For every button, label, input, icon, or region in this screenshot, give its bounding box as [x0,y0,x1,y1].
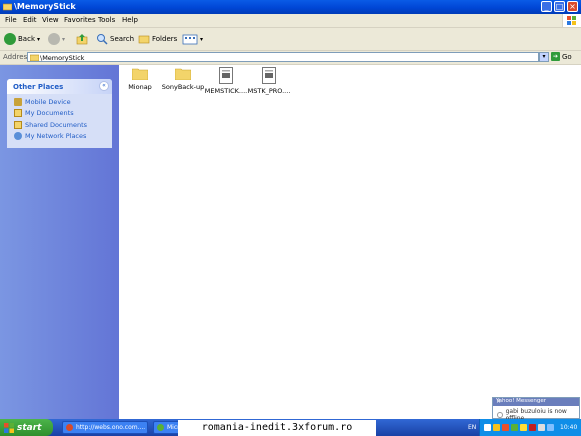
document-icon [262,67,276,84]
back-label: Back [18,35,35,43]
file-name: MSTK_PRO.... [247,87,291,95]
menu-file[interactable]: File [5,16,17,24]
search-icon [97,34,108,45]
clock[interactable]: 10:40 [560,424,577,431]
place-label: Mobile Device [25,98,71,106]
address-bar: Address \MemoryStick ▾ ➔ Go [0,51,581,65]
folders-icon [138,35,150,44]
search-label: Search [110,35,135,43]
file-item-folder[interactable]: SonyBack-up [161,67,205,91]
forward-button[interactable]: ▾ [48,32,65,46]
dropdown-arrow-icon: ▾ [62,35,66,43]
views-button[interactable]: ▾ [182,32,203,46]
place-mobile-device[interactable]: Mobile Device [14,98,71,106]
toolbar: Back ▾ ▾ Search Folders ▾ [0,28,581,51]
windows-flag-icon [4,422,14,433]
file-name: MEMSTICK.... [204,87,248,95]
dropdown-arrow-icon: ▾ [200,35,204,43]
menu-tools[interactable]: Tools [98,16,115,24]
tray-icon[interactable] [502,424,509,431]
messenger-notification[interactable]: Yahoo! Messenger × gabi buzuloiu is now … [492,397,580,422]
place-my-network-places[interactable]: My Network Places [14,132,86,140]
folders-button[interactable]: Folders [138,32,177,46]
tray-icon[interactable] [529,424,536,431]
minimize-button[interactable]: _ [541,1,552,12]
place-label: My Documents [25,109,74,117]
taskbar-item-browser[interactable]: http://webs.ono.com.... [62,421,148,434]
address-dropdown-button[interactable]: ▾ [539,52,549,62]
browser-icon [66,424,73,431]
task-label: http://webs.ono.com.... [76,424,146,431]
other-places-panel: Other Places « Mobile Device My Document… [7,79,112,148]
menu-favorites[interactable]: Favorites [64,16,96,24]
volume-icon[interactable] [547,424,554,431]
go-arrow-icon: ➔ [551,52,560,61]
place-label: Shared Documents [25,121,88,129]
taskbar-item-app[interactable]: Micr [153,421,181,434]
tray-icon[interactable] [520,424,527,431]
messenger-title: Yahoo! Messenger [496,398,547,404]
file-name: SonyBack-up [161,83,205,91]
app-icon [157,424,164,431]
views-icon [182,34,198,45]
close-button[interactable]: × [567,1,578,12]
other-places-header[interactable]: Other Places « [7,79,112,94]
search-button[interactable]: Search [96,32,134,46]
address-value: \MemoryStick [40,54,85,62]
file-item-document[interactable]: MSTK_PRO.... [247,67,291,95]
tray-icon[interactable] [493,424,500,431]
file-item-document[interactable]: MEMSTICK.... [204,67,248,95]
my-documents-icon [14,109,22,117]
other-places-title: Other Places [13,83,64,91]
menu-view[interactable]: View [42,16,59,24]
maximize-button[interactable]: □ [554,1,565,12]
forward-arrow-icon [48,33,60,45]
menu-bar: File Edit View Favorites Tools Help [0,14,581,28]
mobile-device-icon [14,98,22,106]
start-label: start [17,422,42,433]
address-input[interactable]: \MemoryStick [27,52,539,62]
place-label: My Network Places [25,132,87,140]
folder-icon [30,54,39,61]
shared-documents-icon [14,121,22,129]
place-my-documents[interactable]: My Documents [14,109,74,117]
collapse-chevron-icon[interactable]: « [99,81,109,91]
go-label: Go [562,52,572,61]
messenger-header: Yahoo! Messenger × [493,398,579,406]
folders-label: Folders [152,35,178,43]
up-folder-icon [76,34,88,45]
folder-app-icon [2,2,13,11]
offline-status-icon [497,412,503,418]
file-name: Mionap [128,83,152,91]
dropdown-arrow-icon: ▾ [37,35,41,43]
place-shared-documents[interactable]: Shared Documents [14,121,87,129]
task-pane: Other Places « Mobile Device My Document… [0,65,119,419]
up-folder-button[interactable] [76,32,88,46]
folder-icon [131,67,149,81]
go-button[interactable]: ➔ Go [551,52,572,61]
tray-icon[interactable] [511,424,518,431]
title-bar: \MemoryStick _ □ × [0,0,581,14]
start-button[interactable]: start [0,419,53,436]
folder-icon [174,67,192,81]
document-icon [219,67,233,84]
language-indicator[interactable]: EN [468,424,476,431]
back-button[interactable]: Back ▾ [4,32,40,46]
watermark-banner: romania-inedit.3xforum.ro [178,420,376,436]
tray-icon[interactable] [538,424,545,431]
tray-icon[interactable] [484,424,491,431]
network-places-icon [14,132,22,140]
system-tray: EN 10:40 [468,419,581,436]
window-title: \MemoryStick [14,2,76,11]
menu-edit[interactable]: Edit [23,16,37,24]
back-arrow-icon [4,33,16,45]
file-item-folder[interactable]: Mionap [118,67,162,91]
close-icon[interactable]: × [496,398,501,405]
menu-help[interactable]: Help [122,16,138,24]
windows-logo-icon [562,14,581,27]
